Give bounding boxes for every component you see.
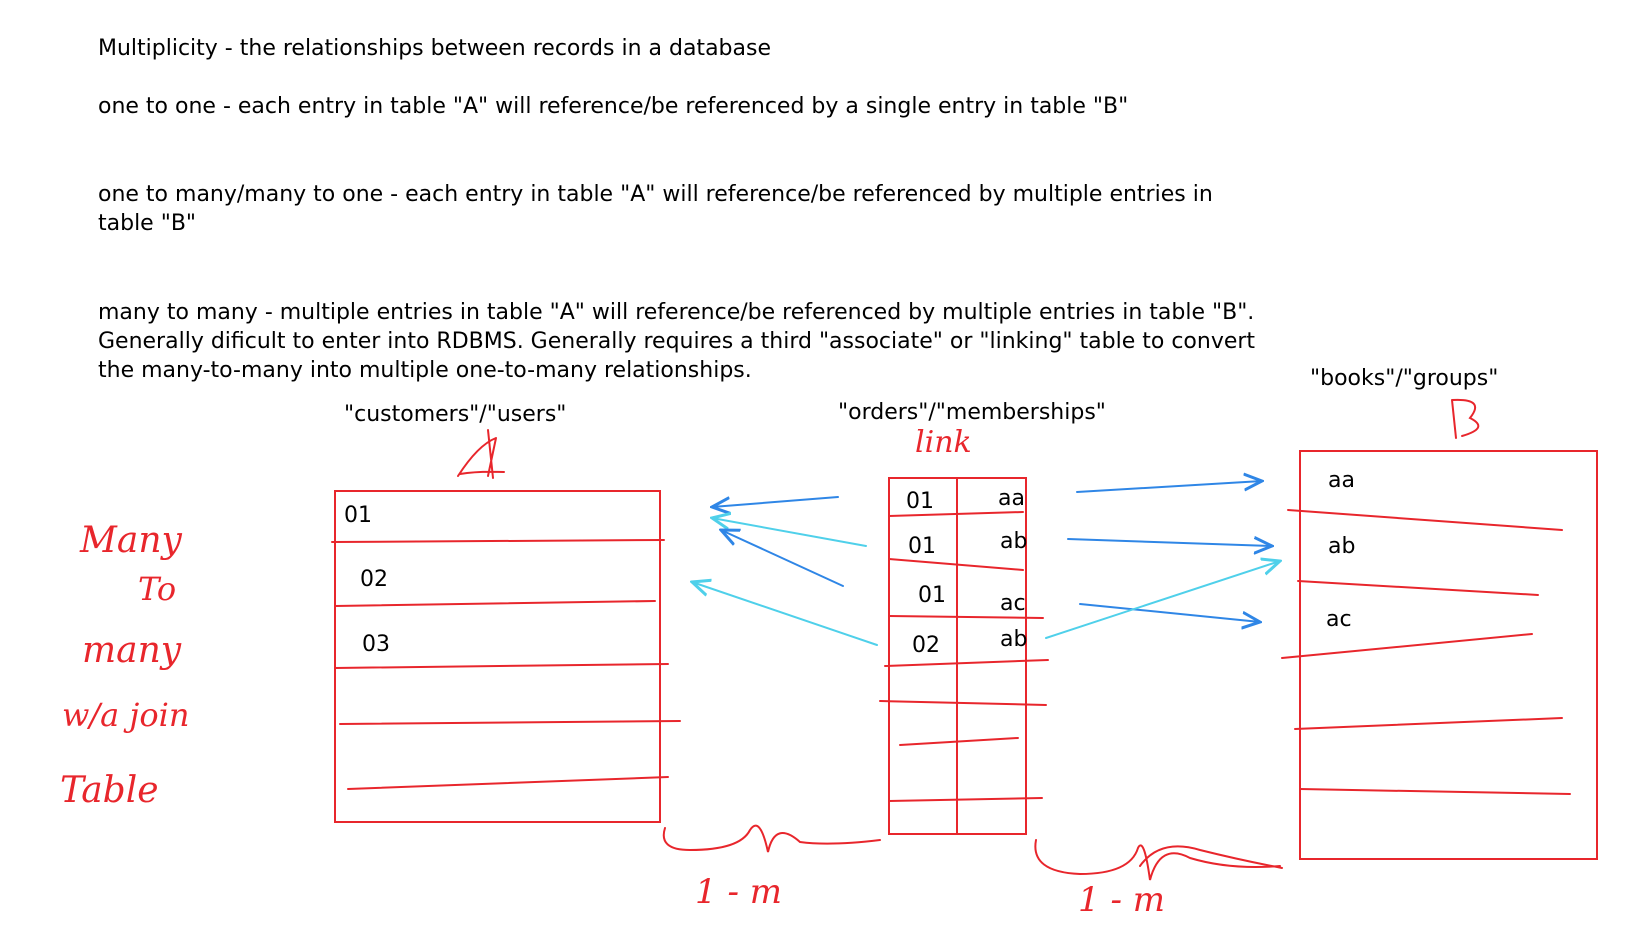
- link-table-rowline: [899, 737, 1019, 746]
- arrow-link-to-b: [1067, 539, 1272, 546]
- table-a-cell: 03: [362, 632, 390, 657]
- table-b-label: "books"/"groups": [1310, 366, 1499, 391]
- link-cell-ref: ab: [1000, 627, 1028, 652]
- left-brace: [662, 824, 881, 853]
- link-cell-ref: ac: [1000, 591, 1026, 616]
- table-a-rowline: [334, 663, 669, 669]
- link-table-rowline: [879, 700, 1047, 706]
- link-table-rowline: [888, 615, 1044, 619]
- diagram-canvas: [331, 398, 1598, 881]
- table-a-rowline: [347, 776, 669, 790]
- table-b-cell: ac: [1326, 607, 1352, 632]
- table-b-rowline: [1287, 509, 1563, 531]
- arrow-link-to-a: [692, 582, 878, 646]
- arrow-link-to-a: [712, 518, 867, 547]
- table-b-rowline: [1281, 633, 1533, 659]
- link-cell-ref: ab: [1000, 529, 1028, 554]
- left-relation-label: 1 - m: [695, 872, 782, 912]
- link-table-rowline: [884, 659, 1049, 667]
- link-cell-key: 01: [908, 534, 936, 559]
- table-b-rowline: [1299, 788, 1571, 795]
- table-b-rowline: [1297, 580, 1539, 596]
- mark-b-glyph: [1451, 398, 1480, 439]
- arrow-link-to-b: [1079, 603, 1260, 622]
- link-cell-key: 01: [906, 489, 934, 514]
- table-a-rowline: [334, 600, 656, 607]
- side-note-line: To: [138, 570, 177, 608]
- table-a-label: "customers"/"users": [344, 402, 567, 427]
- side-note-line: Many: [80, 520, 182, 561]
- right-relation-label: 1 - m: [1078, 880, 1165, 920]
- arrow-link-to-b: [1045, 561, 1280, 639]
- link-cell-key: 02: [912, 633, 940, 658]
- arrow-link-to-a: [712, 496, 839, 507]
- link-cell-ref: aa: [998, 486, 1025, 511]
- side-note-line: many: [82, 630, 182, 671]
- table-a-rowline: [331, 539, 665, 543]
- side-note-line: Table: [60, 770, 159, 811]
- arrow-link-to-b: [1076, 481, 1262, 493]
- table-a-cell: 01: [344, 503, 372, 528]
- table-b-rowline: [1294, 717, 1563, 730]
- link-table-label: "orders"/"memberships": [838, 400, 1106, 425]
- table-a-cell: 02: [360, 567, 388, 592]
- table-b-cell: ab: [1328, 534, 1356, 559]
- mark-a-glyph: [457, 429, 505, 479]
- link-table-rowline: [888, 797, 1043, 802]
- link-cell-key: 01: [918, 583, 946, 608]
- link-mark: link: [915, 425, 972, 460]
- table-b-cell: aa: [1328, 468, 1355, 493]
- table-b-box: [1299, 450, 1598, 860]
- table-a-rowline: [339, 720, 681, 725]
- side-note-line: w/a join: [62, 696, 190, 734]
